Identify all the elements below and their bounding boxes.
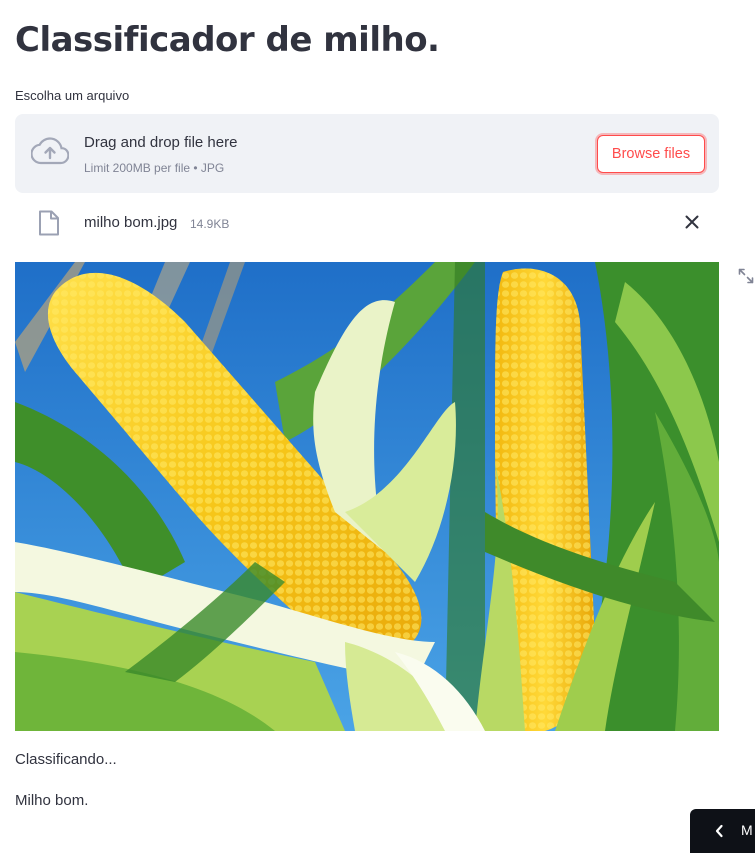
dropzone-limit: Limit 200MB per file • JPG [84, 161, 225, 175]
file-uploader-label: Escolha um arquivo [15, 88, 130, 103]
status-message: Classificando... [15, 751, 117, 768]
uploaded-file-size: 14.9KB [190, 217, 230, 231]
fullscreen-icon[interactable] [738, 268, 754, 284]
file-dropzone[interactable]: Drag and drop file here Limit 200MB per … [15, 114, 719, 193]
manage-app-button[interactable]: M [690, 809, 755, 853]
classification-result: Milho bom. [15, 792, 89, 809]
page-title: Classificador de milho. [15, 20, 440, 60]
corn-image [15, 262, 719, 731]
uploaded-file-name: milho bom.jpg [84, 214, 178, 231]
uploaded-file-row: milho bom.jpg 14.9KB [15, 204, 719, 242]
chevron-left-icon [715, 824, 723, 838]
corn-photo [15, 262, 719, 731]
browse-files-button[interactable]: Browse files [597, 135, 705, 173]
manage-app-label: M [741, 822, 753, 838]
close-icon[interactable] [683, 213, 701, 231]
dropzone-instructions: Drag and drop file here [84, 134, 238, 151]
app-page: Classificador de milho. Escolha um arqui… [0, 0, 755, 853]
file-icon [39, 210, 59, 236]
cloud-upload-icon [31, 137, 69, 165]
